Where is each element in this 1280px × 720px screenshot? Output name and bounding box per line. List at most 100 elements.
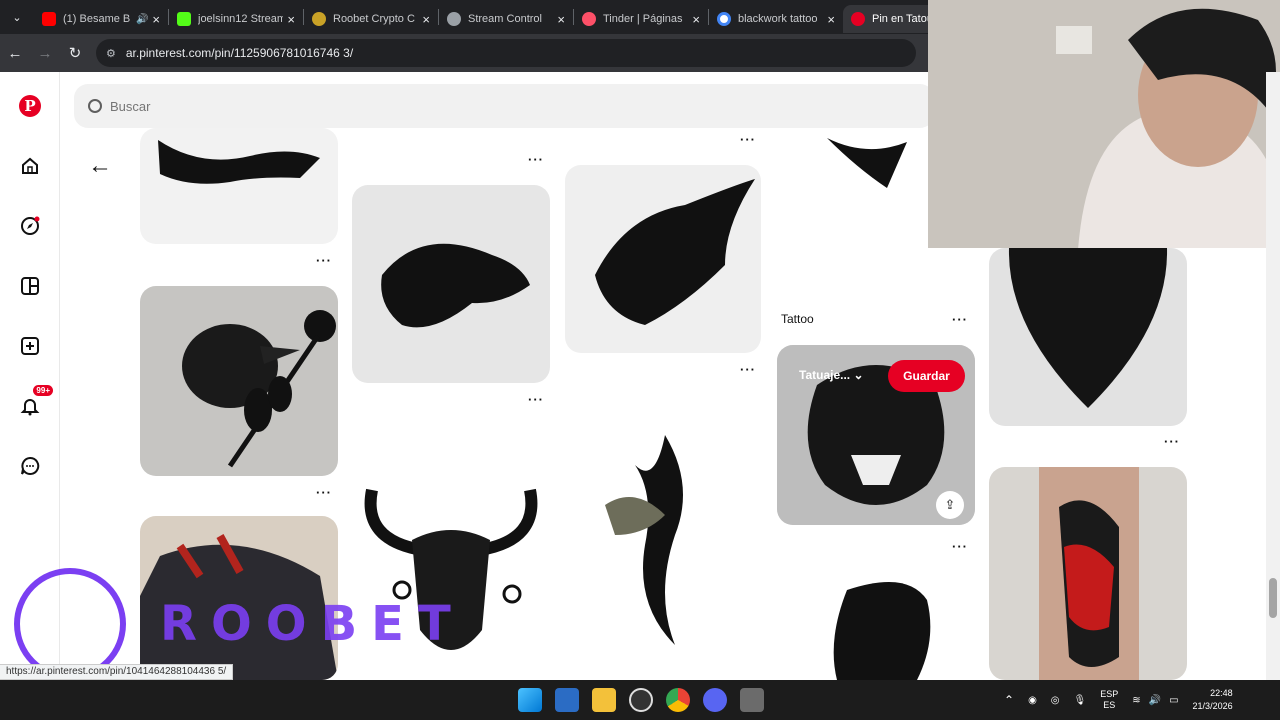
pin-more-button[interactable]: ···	[1164, 434, 1180, 449]
discord-icon[interactable]	[703, 688, 727, 712]
tab-label: Stream Control	[468, 13, 542, 25]
tattoo-artwork	[605, 435, 683, 645]
close-tab-icon[interactable]: ×	[557, 12, 565, 27]
tattoo-artwork	[1008, 248, 1168, 408]
tab-google[interactable]: blackwork tattoo ×	[709, 5, 843, 33]
tab-roobet[interactable]: Roobet Crypto C ×	[304, 5, 438, 33]
streamer-webcam	[928, 0, 1280, 248]
tab-label: joelsinn12 Stream	[198, 13, 284, 25]
pinterest-icon	[851, 12, 865, 26]
url-field[interactable]: ⚙ ar.pinterest.com/pin/1125906781016746 …	[96, 39, 916, 67]
forward-button[interactable]: →	[30, 38, 60, 68]
explore-icon[interactable]	[15, 211, 45, 241]
discord-tray-icon[interactable]: ◉	[1028, 695, 1037, 706]
wifi-icon[interactable]: ≋	[1132, 695, 1140, 706]
clock-time: 22:48	[1210, 688, 1233, 698]
tattoo-artwork	[595, 179, 755, 325]
chevron-up-icon[interactable]: ⌃	[1004, 693, 1014, 707]
tab-label: blackwork tattoo	[738, 13, 818, 25]
pin-image-panther-sitting[interactable]	[777, 570, 975, 680]
tab-label: Tinder | Páginas	[603, 13, 683, 25]
url-text: ar.pinterest.com/pin/1125906781016746 3/	[125, 46, 354, 60]
scrollbar-thumb[interactable]	[1269, 578, 1277, 618]
chrome-icon[interactable]	[666, 688, 690, 712]
notifications-badge: 99+	[33, 385, 53, 396]
camera-icon[interactable]	[740, 688, 764, 712]
obs-icon[interactable]	[629, 688, 653, 712]
pin-more-button[interactable]: ···	[316, 253, 332, 268]
webcam-overlay	[928, 0, 1280, 248]
link-preview-url: https://ar.pinterest.com/pin/10414642881…	[0, 664, 234, 680]
site-info-icon[interactable]: ⚙	[106, 47, 116, 60]
pin-image-tattoo-sketch-2[interactable]	[777, 128, 929, 208]
pin-image-raven-rose[interactable]	[140, 286, 338, 476]
close-tab-icon[interactable]: ×	[287, 12, 295, 27]
audio-icon[interactable]: 🔊	[136, 14, 148, 25]
tab-stream-control[interactable]: Stream Control ×	[439, 5, 573, 33]
board-select-label: Tatuaje...	[799, 368, 851, 382]
globe-icon	[447, 12, 461, 26]
pin-image-tattoo-sketch[interactable]	[140, 128, 338, 244]
pin-title: Tattoo	[781, 312, 814, 326]
battery-icon[interactable]: ▭	[1169, 695, 1178, 706]
pin-more-button[interactable]: ···	[740, 132, 756, 147]
page-scrollbar[interactable]	[1266, 72, 1280, 680]
pin-more-button[interactable]: ···	[952, 539, 968, 554]
pin-image-ornamental-blackwork[interactable]	[989, 248, 1187, 426]
home-icon[interactable]	[15, 151, 45, 181]
pin-image-snake-flame[interactable]	[565, 425, 761, 650]
tab-label: Roobet Crypto C	[333, 13, 415, 25]
language-bottom: ES	[1103, 700, 1116, 710]
search-icon	[88, 99, 102, 113]
messages-icon[interactable]	[15, 451, 45, 481]
notifications-icon[interactable]: 99+	[15, 385, 53, 421]
close-tab-icon[interactable]: ×	[827, 12, 835, 27]
pin-image-doberman-red[interactable]	[989, 467, 1187, 680]
close-tab-icon[interactable]: ×	[152, 12, 160, 27]
pin-more-button[interactable]: ···	[528, 152, 544, 167]
pin-more-button[interactable]: ···	[528, 392, 544, 407]
tattoo-artwork	[827, 138, 907, 188]
language-top: ESP	[1100, 689, 1119, 699]
tab-search-icon[interactable]: ⌄	[0, 0, 34, 34]
save-button[interactable]: Guardar	[888, 360, 965, 392]
youtube-icon	[42, 12, 56, 26]
roobet-text: ROOBET	[160, 596, 465, 652]
pin-image-panther-blackwork[interactable]	[565, 165, 761, 353]
search-bar[interactable]	[74, 84, 934, 128]
board-select[interactable]: Tatuaje... ⌄	[799, 368, 864, 382]
pin-more-button[interactable]: ···	[740, 362, 756, 377]
back-arrow-button[interactable]: ←	[86, 152, 114, 180]
pin-image-lion-blackwork[interactable]	[352, 185, 550, 383]
pinterest-logo[interactable]: P	[15, 91, 45, 121]
pin-more-button[interactable]: ···	[952, 312, 968, 327]
tattoo-artwork	[381, 243, 530, 328]
volume-icon[interactable]: 🔊	[1149, 695, 1161, 706]
file-explorer-icon[interactable]	[592, 688, 616, 712]
pinterest-logo-icon: P	[19, 95, 41, 117]
tinder-icon	[582, 12, 596, 26]
close-tab-icon[interactable]: ×	[422, 12, 430, 27]
clock[interactable]: 22:48 21/3/2026	[1193, 687, 1233, 713]
tab-kick[interactable]: joelsinn12 Stream ×	[169, 5, 303, 33]
windows-start-icon[interactable]	[518, 688, 542, 712]
pin-more-button[interactable]: ···	[316, 485, 332, 500]
close-tab-icon[interactable]: ×	[692, 12, 700, 27]
store-icon[interactable]	[555, 688, 579, 712]
tattoo-artwork	[833, 582, 931, 680]
boards-icon[interactable]	[15, 271, 45, 301]
google-icon	[717, 12, 731, 26]
tattoo-artwork	[1039, 467, 1139, 680]
reload-button[interactable]: ↻	[60, 38, 90, 68]
back-button[interactable]: ←	[0, 38, 30, 68]
create-icon[interactable]	[15, 331, 45, 361]
clock-date: 21/3/2026	[1192, 701, 1233, 711]
steam-tray-icon[interactable]: ◎	[1051, 695, 1060, 706]
tattoo-artwork	[182, 310, 336, 468]
language-indicator[interactable]: ESP ES	[1100, 689, 1118, 711]
tab-youtube[interactable]: (1) Besame B 🔊 ×	[34, 5, 168, 33]
search-input[interactable]	[110, 98, 810, 114]
tab-tinder[interactable]: Tinder | Páginas ×	[574, 5, 708, 33]
share-icon[interactable]: ⇪	[936, 491, 964, 519]
microphone-icon[interactable]: 🎙	[1074, 695, 1087, 706]
